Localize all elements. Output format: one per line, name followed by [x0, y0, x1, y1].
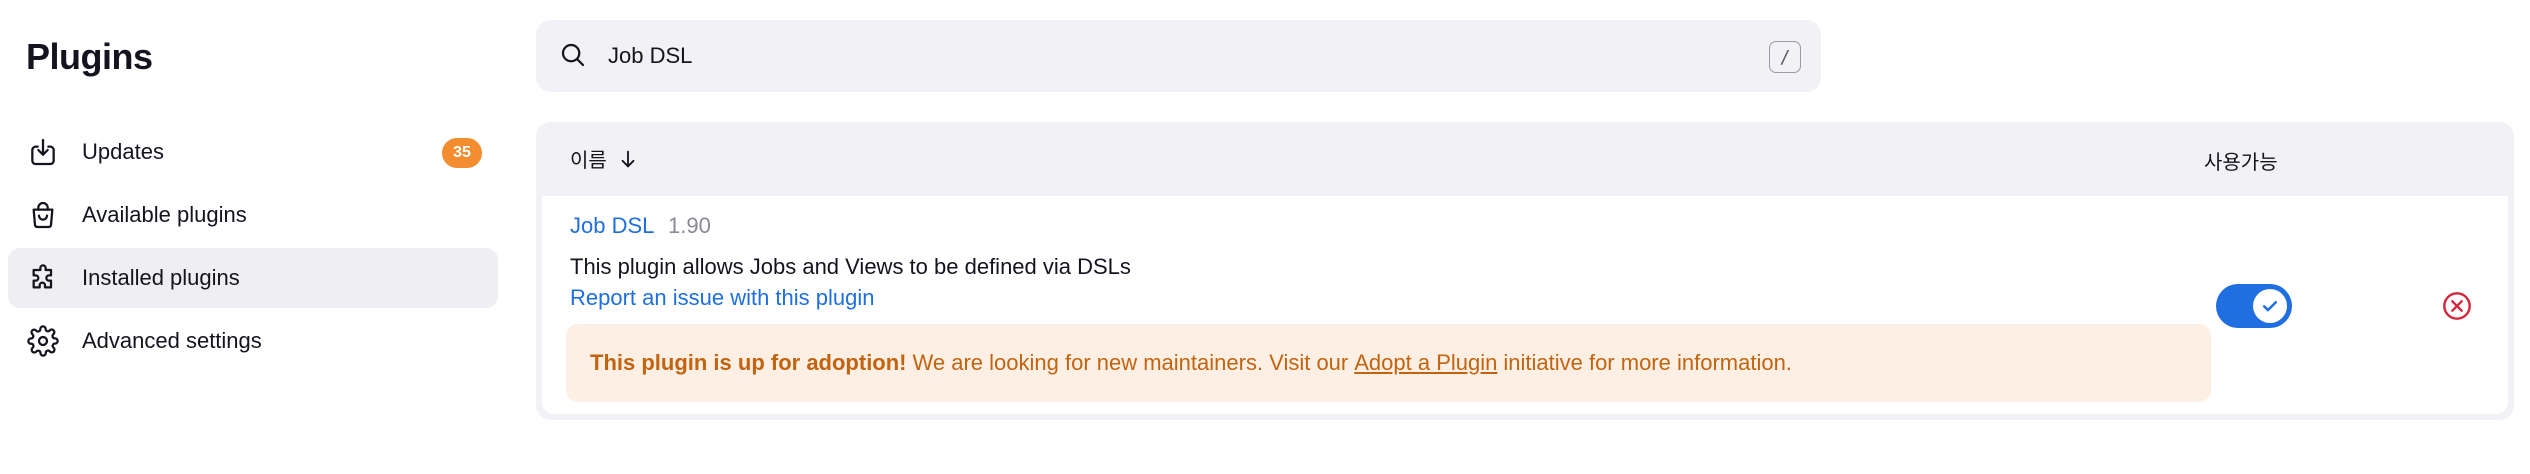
adopt-a-plugin-link[interactable]: Adopt a Plugin: [1354, 350, 1497, 376]
shopping-bag-icon: [26, 198, 60, 232]
report-issue-link[interactable]: Report an issue with this plugin: [570, 285, 875, 311]
adoption-notice: This plugin is up for adoption! We are l…: [566, 324, 2211, 402]
adoption-notice-text: We are looking for new maintainers. Visi…: [912, 350, 1349, 375]
download-tray-icon: [26, 135, 60, 169]
table-row: Job DSL 1.90 This plugin allows Jobs and…: [542, 196, 2508, 414]
page-title: Plugins: [26, 36, 153, 77]
column-header-label: 이름: [570, 150, 607, 172]
uninstall-x-circle-icon[interactable]: [2441, 290, 2473, 322]
sidebar-item-label: Available plugins: [82, 202, 247, 227]
column-header-name[interactable]: 이름: [570, 144, 639, 173]
sidebar: Updates 35 Available plugins Installed p…: [8, 122, 498, 374]
updates-count-badge: 35: [442, 138, 482, 168]
plugin-version: 1.90: [668, 213, 711, 238]
plugin-name-link[interactable]: Job DSL: [570, 213, 654, 239]
puzzle-piece-icon: [26, 261, 60, 295]
table-header: 이름 사용가능: [536, 122, 2514, 196]
plugin-description: This plugin allows Jobs and Views to be …: [570, 254, 1131, 279]
adoption-notice-title: This plugin is up for adoption!: [590, 350, 907, 375]
sidebar-item-label: Installed plugins: [82, 265, 240, 290]
arrow-down-icon: [621, 150, 635, 167]
installed-plugins-table: 이름 사용가능 Job DSL 1.90 This plugin allows …: [536, 122, 2514, 420]
search-bar: /: [536, 20, 1821, 92]
sidebar-item-label: Updates: [82, 139, 164, 164]
sidebar-item-updates[interactable]: Updates 35: [8, 122, 498, 182]
gear-icon: [26, 324, 60, 358]
adoption-notice-text-end: initiative for more information.: [1503, 350, 1792, 375]
sidebar-item-installed-plugins[interactable]: Installed plugins: [8, 248, 498, 308]
sidebar-item-available-plugins[interactable]: Available plugins: [8, 185, 498, 245]
checkmark-icon: [2262, 301, 2278, 312]
toggle-knob: [2253, 289, 2287, 323]
column-header-enabled: 사용가능: [2204, 152, 2278, 174]
search-input[interactable]: [608, 36, 1708, 76]
plugin-enabled-toggle[interactable]: [2216, 284, 2292, 328]
keyboard-shortcut-hint: /: [1769, 41, 1801, 73]
sidebar-item-advanced-settings[interactable]: Advanced settings: [8, 311, 498, 371]
search-icon: [561, 43, 585, 67]
sidebar-item-label: Advanced settings: [82, 328, 262, 353]
